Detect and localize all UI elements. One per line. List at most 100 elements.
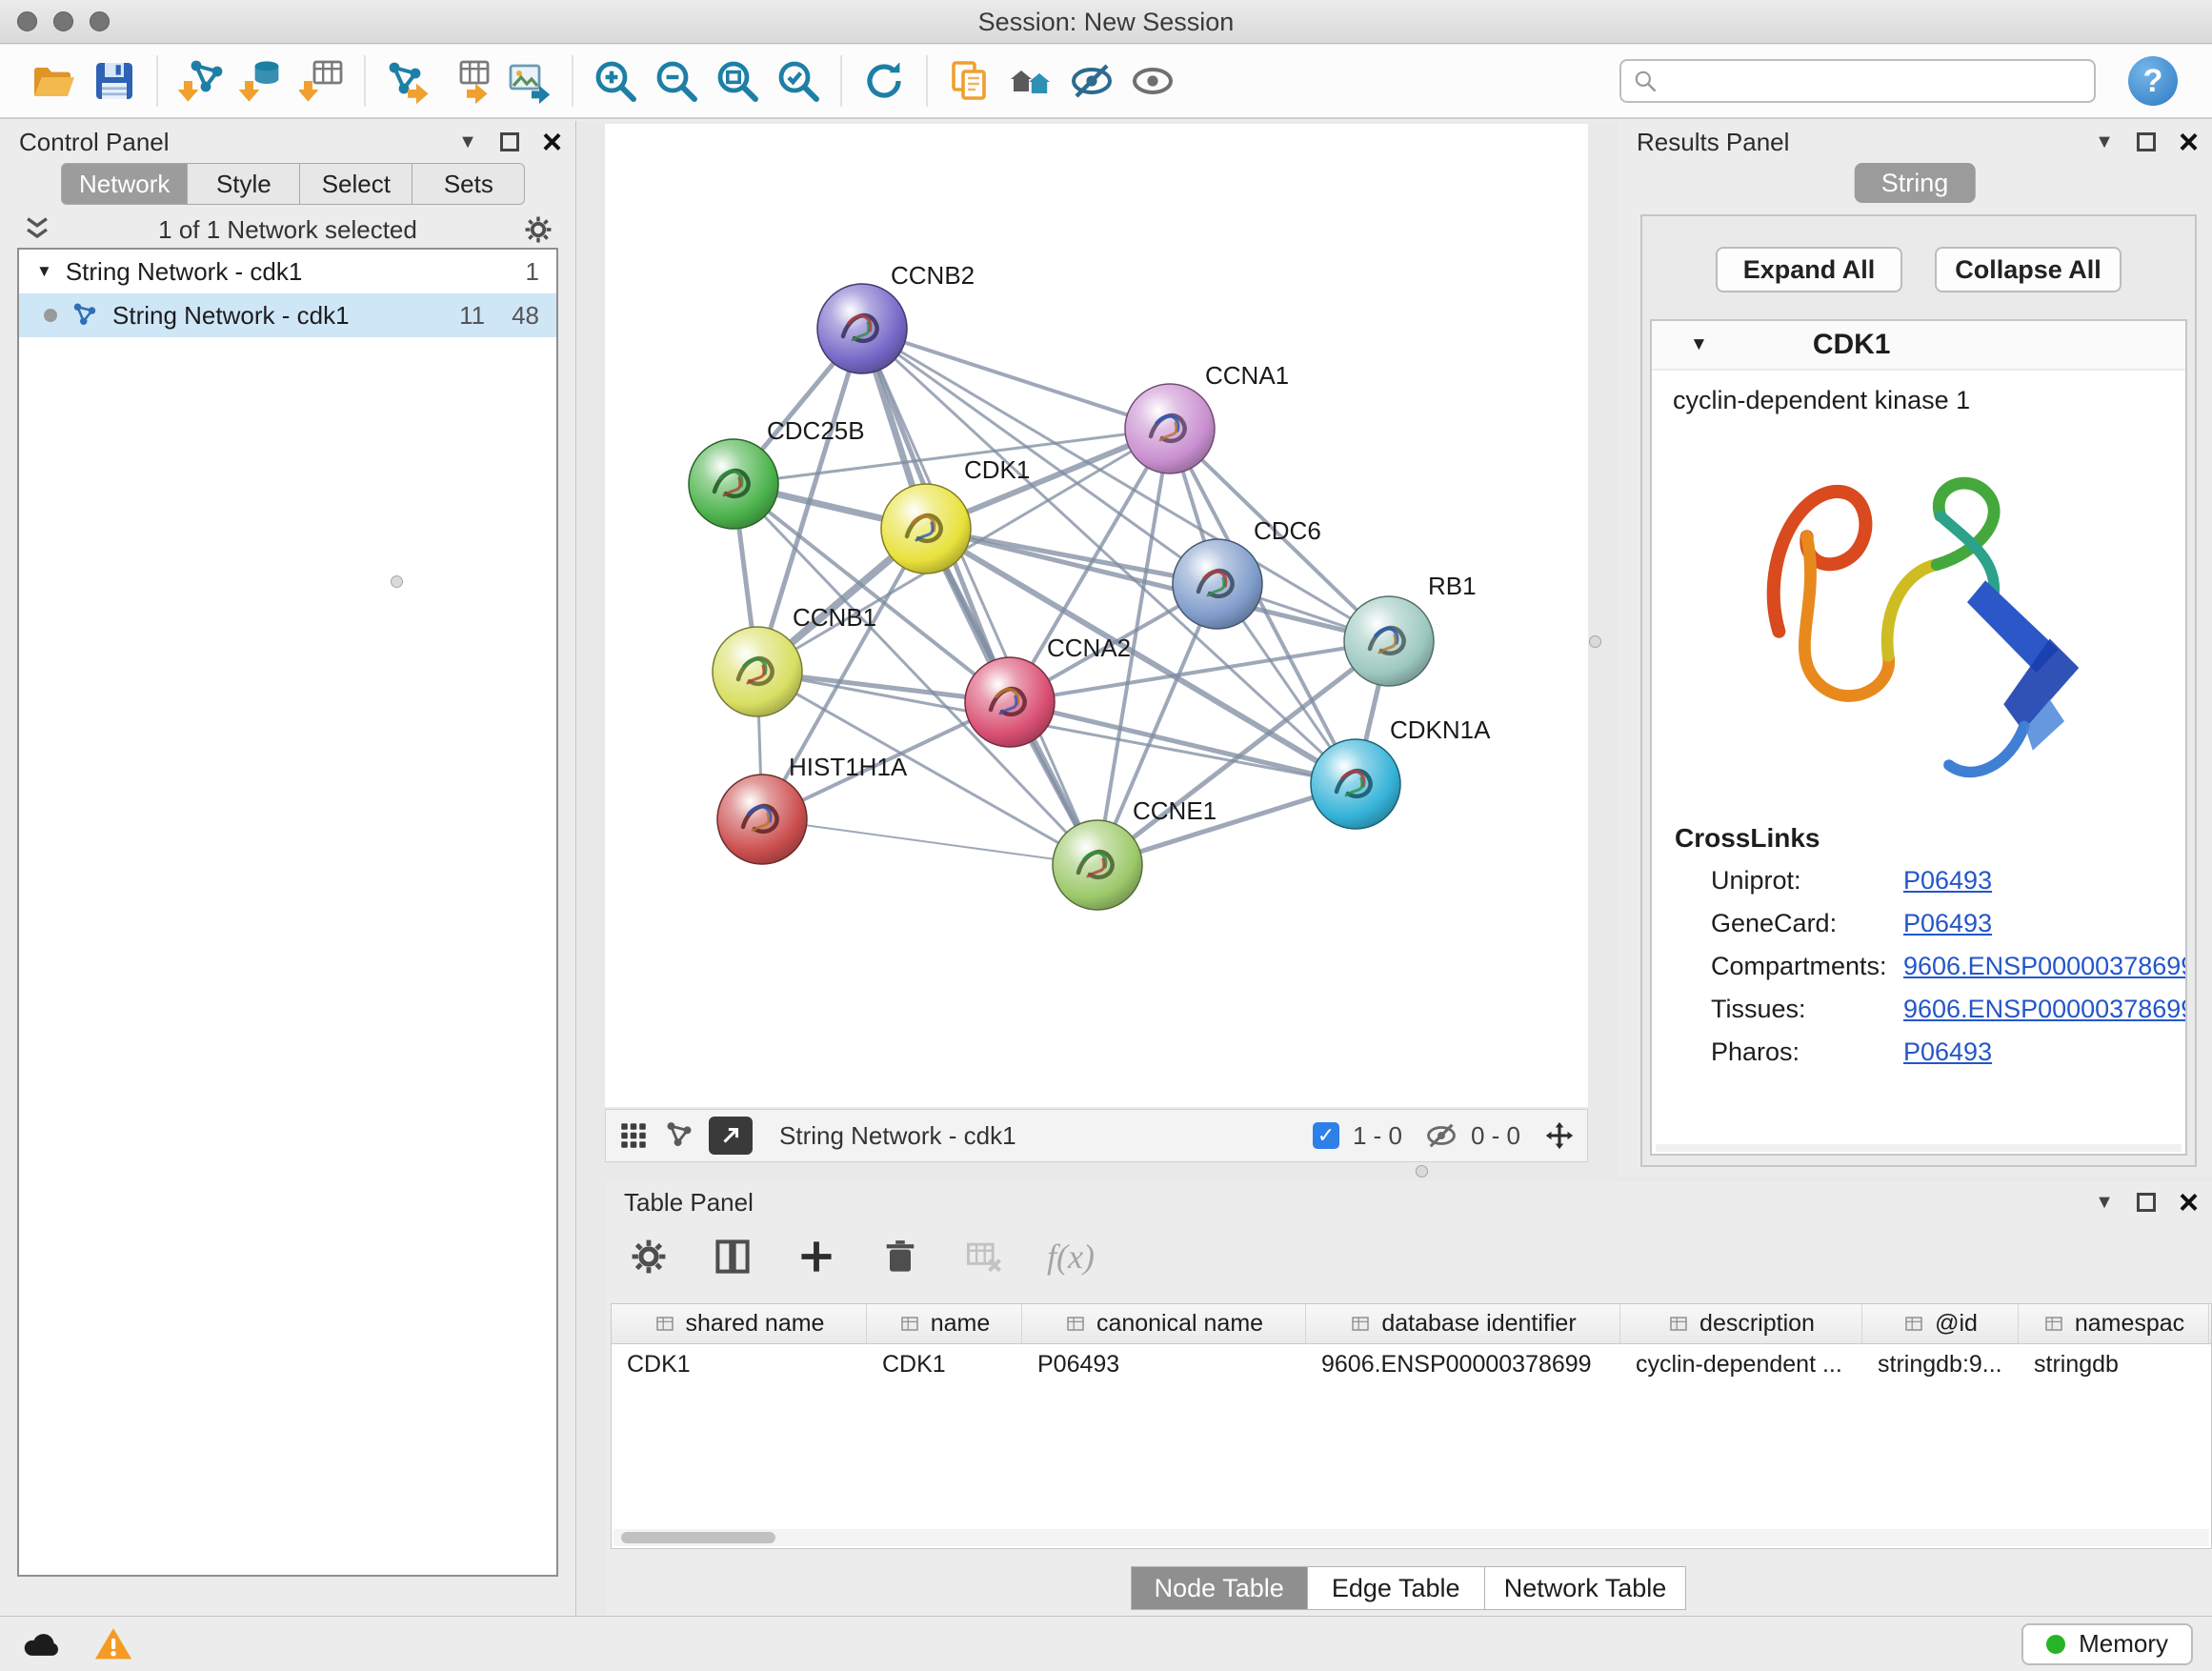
copy-view-button[interactable] (939, 50, 1000, 111)
pan-crosshair-icon[interactable] (1543, 1119, 1576, 1152)
hidden-eye-slash-icon[interactable] (1425, 1119, 1458, 1152)
warning-icon[interactable] (91, 1623, 135, 1665)
panel-float-icon[interactable] (2137, 1193, 2156, 1212)
selected-checkbox-icon[interactable]: ✓ (1313, 1122, 1339, 1149)
splitter-handle[interactable] (1589, 635, 1601, 648)
network-node-CCNE1[interactable] (1053, 820, 1142, 910)
network-canvas[interactable]: CCNB2CCNA1CDC25BCDK1CDC6RB1CCNB1CCNA2CDK… (605, 124, 1588, 1107)
panel-float-icon[interactable] (2137, 132, 2156, 151)
network-node-CCNB2[interactable] (817, 284, 907, 373)
column-header-shared-name[interactable]: shared name (612, 1304, 867, 1343)
crosslink-link[interactable]: P06493 (1903, 1037, 1992, 1067)
tab-select[interactable]: Select (300, 163, 412, 205)
zoom-window-button[interactable] (90, 11, 110, 31)
import-network-from-database-button[interactable] (231, 50, 292, 111)
tab-network[interactable]: Network (61, 163, 188, 205)
panel-close-icon[interactable]: × (2179, 132, 2199, 151)
first-neighbors-button[interactable] (1000, 50, 1061, 111)
gene-entry-header[interactable]: ▼ CDK1 (1652, 321, 2185, 371)
function-builder-icon[interactable]: f(x) (1047, 1237, 1095, 1277)
collapse-triangle-icon[interactable]: ▼ (1690, 334, 1708, 355)
horizontal-scrollbar[interactable] (1656, 1144, 2182, 1152)
zoom-fit-button[interactable] (707, 50, 768, 111)
tab-style[interactable]: Style (188, 163, 300, 205)
network-node-CCNA1[interactable] (1125, 384, 1215, 473)
column-header-description[interactable]: description (1620, 1304, 1862, 1343)
tab-node-table[interactable]: Node Table (1131, 1566, 1308, 1610)
tab-string[interactable]: String (1855, 163, 1976, 203)
scrollbar-thumb[interactable] (621, 1532, 775, 1543)
crosslink-link[interactable]: 9606.ENSP00000378699 (1903, 952, 2187, 981)
panel-float-icon[interactable] (500, 132, 519, 151)
close-window-button[interactable] (17, 11, 37, 31)
panel-collapse-icon[interactable]: ▼ (458, 131, 477, 153)
network-node-CDC6[interactable] (1173, 539, 1262, 629)
search-box[interactable] (1619, 59, 2096, 103)
splitter-handle[interactable] (391, 575, 403, 588)
crosslink-link[interactable]: 9606.ENSP00000378699 (1903, 995, 2187, 1024)
panel-collapse-icon[interactable]: ▼ (2095, 1192, 2114, 1214)
expand-all-button[interactable]: Expand All (1716, 247, 1902, 292)
panel-collapse-icon[interactable]: ▼ (2095, 131, 2114, 153)
zoom-in-button[interactable] (585, 50, 646, 111)
column-header-name[interactable]: name (867, 1304, 1022, 1343)
expand-triangle-icon[interactable]: ▼ (36, 262, 52, 281)
cloud-icon[interactable] (19, 1623, 63, 1665)
table-tabs: Node TableEdge TableNetwork Table (605, 1566, 2212, 1610)
crosslink-link[interactable]: P06493 (1903, 866, 1992, 896)
network-node-CDKN1A[interactable] (1311, 739, 1400, 829)
network-view-icon[interactable] (663, 1119, 695, 1152)
refresh-view-button[interactable] (854, 50, 915, 111)
collapse-all-button[interactable]: Collapse All (1935, 247, 2122, 292)
help-button[interactable]: ? (2128, 56, 2178, 106)
delete-column-trash-icon[interactable] (879, 1236, 921, 1278)
column-header--id[interactable]: @id (1862, 1304, 2019, 1343)
search-input[interactable] (1667, 67, 2082, 96)
column-header-database-identifier[interactable]: database identifier (1306, 1304, 1620, 1343)
tab-network-table[interactable]: Network Table (1485, 1566, 1687, 1610)
import-network-from-file-button[interactable] (170, 50, 231, 111)
network-row-selected[interactable]: String Network - cdk1 11 48 (19, 293, 556, 337)
minimize-window-button[interactable] (53, 11, 73, 31)
add-column-icon[interactable] (795, 1236, 837, 1278)
network-node-CDC25B[interactable] (689, 439, 778, 529)
network-collection-row[interactable]: ▼ String Network - cdk1 1 (19, 250, 556, 293)
export-table-button[interactable] (438, 50, 499, 111)
memory-button[interactable]: Memory (2021, 1623, 2193, 1665)
panel-close-icon[interactable]: × (2179, 1193, 2199, 1212)
gear-icon[interactable] (522, 213, 554, 246)
show-columns-icon[interactable] (712, 1236, 754, 1278)
crosslink-link[interactable]: P06493 (1903, 909, 1992, 938)
birdseye-view-button[interactable] (709, 1117, 753, 1155)
save-session-button[interactable] (84, 50, 145, 111)
table-settings-gear-icon[interactable] (628, 1236, 670, 1278)
node-count: 11 (459, 301, 485, 331)
table-row[interactable]: CDK1CDK1P064939606.ENSP00000378699cyclin… (612, 1344, 2211, 1384)
grid-view-icon[interactable] (617, 1119, 650, 1152)
horizontal-scrollbar[interactable] (613, 1529, 2209, 1546)
network-node-HIST1H1A[interactable] (717, 775, 807, 864)
zoom-selected-button[interactable] (768, 50, 829, 111)
zoom-out-button[interactable] (646, 50, 707, 111)
hide-selected-button[interactable] (1061, 50, 1122, 111)
gene-entry: ▼ CDK1 cyclin-dependent kinase 1 (1650, 319, 2187, 1156)
splitter-handle[interactable] (1416, 1165, 1428, 1178)
eye-icon (1130, 58, 1176, 104)
table-panel-title: Table Panel (624, 1188, 754, 1218)
column-header-namespac[interactable]: namespac (2019, 1304, 2209, 1343)
export-network-button[interactable] (377, 50, 438, 111)
tab-sets[interactable]: Sets (412, 163, 525, 205)
network-node-RB1[interactable] (1344, 596, 1434, 686)
show-all-button[interactable] (1122, 50, 1183, 111)
column-header-canonical-name[interactable]: canonical name (1022, 1304, 1306, 1343)
collapse-all-icon[interactable] (21, 213, 53, 246)
import-table-from-file-button[interactable] (292, 50, 352, 111)
open-session-button[interactable] (23, 50, 84, 111)
network-node-CDK1[interactable] (881, 484, 971, 574)
network-node-CCNA2[interactable] (965, 657, 1055, 747)
network-node-CCNB1[interactable] (713, 627, 802, 716)
panel-close-icon[interactable]: × (542, 132, 562, 151)
tab-edge-table[interactable]: Edge Table (1308, 1566, 1485, 1610)
export-image-button[interactable] (499, 50, 560, 111)
network-graph[interactable]: CCNB2CCNA1CDC25BCDK1CDC6RB1CCNB1CCNA2CDK… (605, 124, 1588, 1107)
